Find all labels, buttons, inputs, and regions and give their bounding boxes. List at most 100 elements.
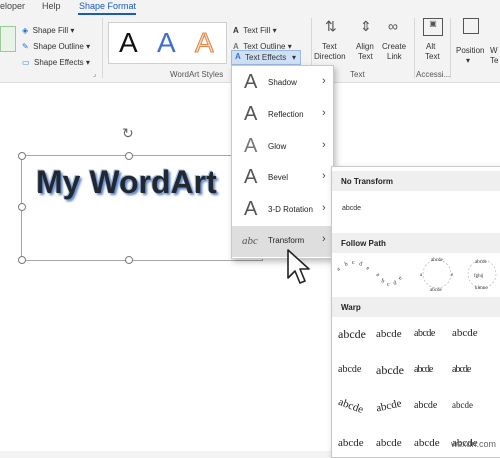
shadow-icon: A bbox=[244, 71, 258, 93]
alt-text-icon: ▣ bbox=[423, 18, 443, 36]
warp-option[interactable]: abcde bbox=[414, 364, 433, 375]
resize-handle-bottom-left[interactable] bbox=[18, 256, 26, 264]
menu-item-bevel[interactable]: A Bevel › bbox=[232, 163, 333, 194]
tab-developer[interactable]: eloper bbox=[0, 1, 25, 11]
reflection-icon: A bbox=[244, 103, 258, 125]
svg-text:fghij: fghij bbox=[474, 274, 483, 279]
text-direction-button[interactable]: ⇅ Text Direction bbox=[314, 18, 346, 64]
warp-option[interactable]: abcde bbox=[376, 363, 404, 378]
ribbon-tabs: eloper Help Shape Format bbox=[0, 0, 500, 16]
position-button[interactable]: Position ▾ bbox=[454, 18, 488, 65]
text-fill-icon: A bbox=[233, 26, 239, 35]
chevron-down-icon: ▾ bbox=[292, 53, 297, 62]
svg-text:e: e bbox=[451, 273, 454, 278]
shape-effects-button[interactable]: ▭ Shape Effects ▾ bbox=[22, 52, 90, 70]
menu-item-reflection[interactable]: A Reflection › bbox=[232, 100, 333, 131]
align-text-icon: ⇕ bbox=[360, 18, 372, 34]
group-divider bbox=[450, 18, 451, 78]
chevron-right-icon: › bbox=[322, 107, 326, 119]
svg-text:a: a bbox=[336, 266, 342, 273]
warp-option[interactable]: abcde bbox=[452, 364, 471, 375]
text-effects-button[interactable]: A Text Effects ▾ bbox=[231, 50, 301, 65]
svg-text:abcde: abcde bbox=[431, 258, 443, 263]
no-transform-option[interactable]: abcde bbox=[342, 205, 361, 212]
follow-path-gallery[interactable]: a b c d e a b c d e abcde abcde a e abcd… bbox=[334, 255, 500, 295]
follow-path-header: Follow Path bbox=[332, 233, 500, 253]
resize-handle-bottom[interactable] bbox=[125, 256, 133, 264]
chevron-right-icon: › bbox=[322, 170, 326, 182]
bevel-icon: A bbox=[244, 166, 258, 188]
svg-text:c: c bbox=[387, 282, 390, 288]
accessibility-group-label: Accessi... bbox=[416, 70, 451, 79]
svg-text:klmno: klmno bbox=[475, 286, 488, 291]
warp-option[interactable]: abcde bbox=[376, 328, 402, 340]
shape-style-swatch[interactable] bbox=[0, 26, 16, 52]
text-direction-icon: ⇅ bbox=[325, 18, 337, 34]
chevron-right-icon: › bbox=[322, 233, 326, 245]
wordart-style-black[interactable]: A bbox=[119, 27, 138, 59]
warp-option[interactable]: abcde bbox=[338, 327, 366, 342]
resize-handle-top-left[interactable] bbox=[18, 152, 26, 160]
transform-submenu: No Transform abcde Follow Path a b c d e… bbox=[331, 166, 500, 458]
menu-item-transform[interactable]: abc Transform › bbox=[232, 226, 333, 257]
chevron-right-icon: › bbox=[322, 139, 326, 151]
dialog-launcher-icon[interactable]: ⌟ bbox=[93, 70, 96, 78]
mouse-pointer-icon bbox=[287, 249, 310, 284]
align-text-button[interactable]: ⇕ Align Text bbox=[354, 18, 380, 64]
warp-option[interactable]: abcde bbox=[376, 437, 402, 449]
warp-header: Warp bbox=[332, 297, 500, 317]
warp-option[interactable]: abcde bbox=[414, 400, 437, 411]
wordart-text[interactable]: My WordArt bbox=[36, 164, 217, 201]
wrap-text-button[interactable]: W Te bbox=[488, 18, 500, 64]
svg-text:c: c bbox=[352, 260, 355, 266]
3d-rotation-icon: A bbox=[244, 198, 258, 220]
shape-fill-icon: ◈ bbox=[22, 26, 29, 35]
menu-item-shadow[interactable]: A Shadow › bbox=[232, 68, 333, 99]
warp-option[interactable]: abcde bbox=[452, 327, 478, 339]
warp-option[interactable]: abcde bbox=[414, 328, 435, 339]
warp-option[interactable]: abcde bbox=[375, 397, 403, 414]
svg-text:b: b bbox=[344, 261, 348, 267]
wordart-style-blue[interactable]: A bbox=[157, 27, 176, 59]
menu-item-glow[interactable]: A Glow › bbox=[232, 132, 333, 163]
svg-text:d: d bbox=[393, 280, 398, 287]
svg-text:a: a bbox=[420, 273, 423, 278]
tab-shape-format[interactable]: Shape Format bbox=[79, 1, 136, 11]
shape-effects-icon: ▭ bbox=[22, 58, 30, 67]
group-divider bbox=[102, 18, 103, 78]
wordart-styles-group-label: WordArt Styles bbox=[170, 70, 224, 79]
wordart-style-gallery[interactable]: A A A bbox=[108, 22, 227, 64]
svg-text:abcde: abcde bbox=[475, 260, 487, 265]
menu-item-3d-rotation[interactable]: A 3-D Rotation › bbox=[232, 195, 333, 226]
svg-text:b: b bbox=[380, 278, 385, 285]
glow-icon: A bbox=[244, 135, 258, 157]
active-tab-indicator bbox=[78, 13, 136, 15]
chevron-down-icon: ▾ bbox=[68, 26, 75, 35]
tab-help[interactable]: Help bbox=[42, 1, 61, 11]
warp-option[interactable]: abcde bbox=[338, 364, 361, 375]
chevron-right-icon: › bbox=[322, 202, 326, 214]
svg-text:a: a bbox=[375, 272, 381, 279]
text-group-label: Text bbox=[350, 70, 365, 79]
resize-handle-top[interactable] bbox=[125, 152, 133, 160]
wordart-style-orange-outline[interactable]: A bbox=[195, 27, 215, 59]
warp-option[interactable]: abcde bbox=[452, 400, 473, 410]
text-effects-menu: A Shadow › A Reflection › A Glow › A Bev… bbox=[231, 65, 334, 259]
svg-text:d: d bbox=[359, 261, 363, 267]
warp-option[interactable]: abcde bbox=[414, 437, 440, 449]
no-transform-header: No Transform bbox=[332, 171, 500, 191]
link-icon: ∞ bbox=[388, 18, 398, 34]
alt-text-button[interactable]: ▣ Alt Text bbox=[420, 18, 446, 64]
transform-icon: abc bbox=[242, 235, 258, 247]
warp-option[interactable]: abcde bbox=[337, 396, 365, 416]
chevron-down-icon: ▾ bbox=[83, 58, 90, 67]
svg-text:abcde: abcde bbox=[430, 288, 442, 293]
shape-outline-icon: ✎ bbox=[22, 42, 29, 51]
warp-option[interactable]: abcde bbox=[338, 437, 364, 449]
rotate-handle-icon[interactable]: ↻ bbox=[122, 125, 134, 142]
text-effects-icon: A bbox=[235, 52, 241, 61]
chevron-right-icon: › bbox=[322, 75, 326, 87]
resize-handle-left[interactable] bbox=[18, 203, 26, 211]
create-link-button[interactable]: ∞ Create Link bbox=[382, 18, 410, 64]
chevron-down-icon: ▾ bbox=[270, 26, 277, 35]
